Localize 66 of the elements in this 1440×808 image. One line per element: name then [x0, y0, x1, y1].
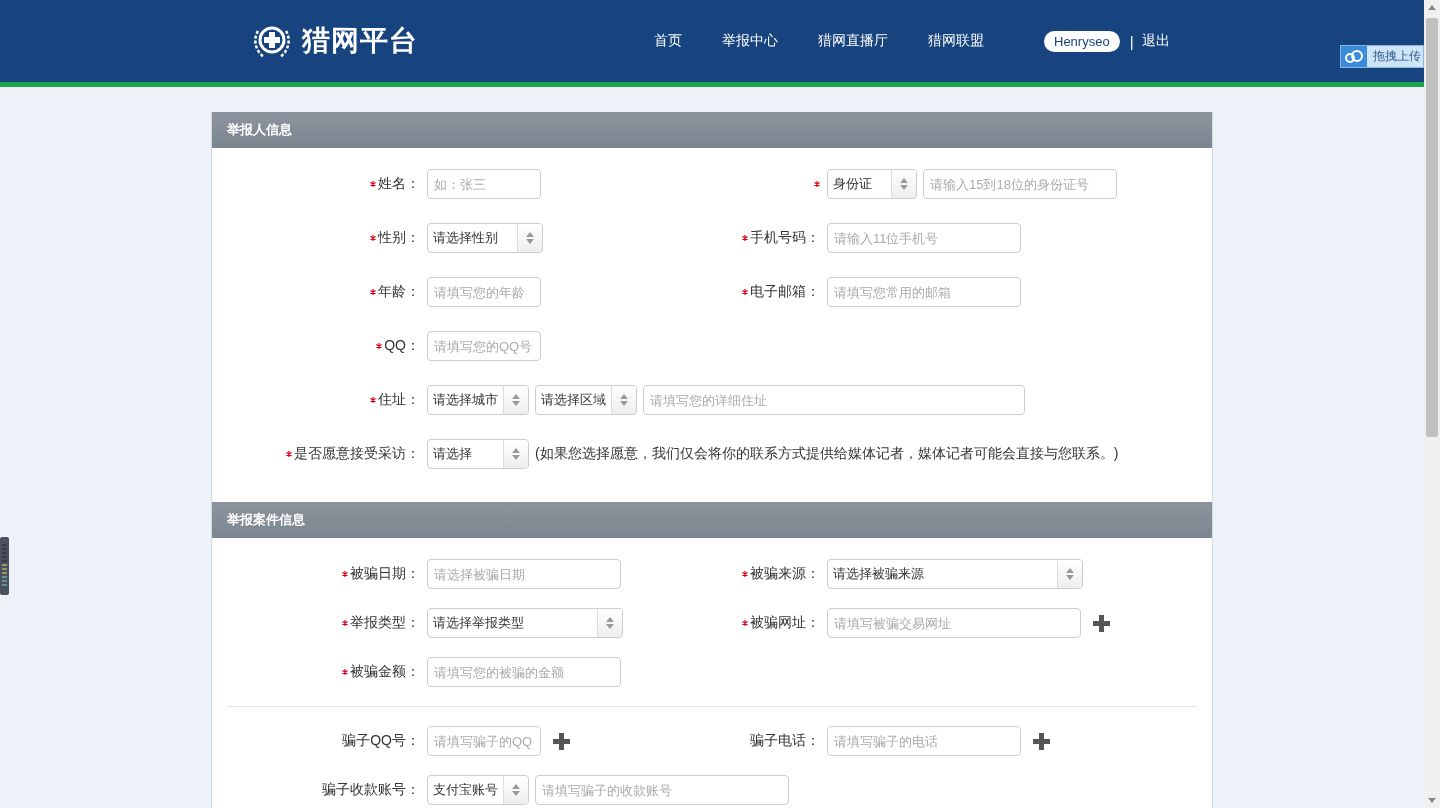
select-field[interactable]: 请选择区域 [535, 385, 637, 415]
field-label: 骗子收款账号： [322, 781, 420, 799]
field-label: 电子邮箱： [750, 283, 820, 301]
side-handle[interactable] [0, 537, 9, 595]
add-button[interactable] [1033, 732, 1050, 750]
field-label: 骗子电话： [750, 732, 820, 750]
select-field[interactable]: 请选择举报类型 [427, 608, 623, 638]
input-field[interactable]: 请填写骗子的收款账号 [535, 775, 789, 805]
field-label: 姓名： [378, 175, 420, 193]
select-field[interactable]: 请选择性别 [427, 223, 543, 253]
field-label: 举报类型： [350, 614, 420, 632]
input-field[interactable]: 请填写被骗交易网址 [827, 608, 1081, 638]
field-label: 住址： [378, 391, 420, 409]
input-field[interactable]: 请填写您的QQ号 [427, 331, 541, 361]
input-field[interactable]: 请填写骗子的QQ [427, 726, 541, 756]
input-field[interactable]: 请填写您常用的邮箱 [827, 277, 1021, 307]
user-name-link[interactable]: Henryseo [1044, 30, 1120, 52]
logo-text: 猎网平台 [302, 24, 418, 58]
input-field[interactable]: 请填写您的被骗的金额 [427, 657, 621, 687]
select-field[interactable]: 请选择 [427, 439, 529, 469]
add-button[interactable] [553, 732, 570, 750]
select-field[interactable]: 请选择城市 [427, 385, 529, 415]
separator: | [1129, 32, 1134, 50]
nav-link[interactable]: 举报中心 [722, 32, 778, 50]
plus-icon [1033, 732, 1050, 750]
scrollbar[interactable] [1424, 0, 1440, 808]
input-field[interactable]: 请选择被骗日期 [427, 559, 621, 589]
field-label: 年龄： [378, 283, 420, 301]
sort-icon [512, 448, 520, 460]
sort-icon [620, 394, 628, 406]
upload-widget[interactable]: 拖拽上传 [1340, 45, 1424, 68]
plus-icon [1093, 614, 1110, 632]
logout-link[interactable]: 退出 [1141, 32, 1170, 50]
field-label: 被骗金额： [350, 663, 420, 681]
field-label: 是否愿意接受采访： [294, 445, 420, 463]
sort-icon [900, 178, 908, 190]
sort-icon [512, 784, 520, 796]
select-field[interactable]: 请选择被骗来源 [827, 559, 1083, 589]
field-label: 被骗日期： [350, 565, 420, 583]
add-button[interactable] [1093, 614, 1110, 632]
field-label: 被骗网址： [750, 614, 820, 632]
field-label: 骗子QQ号： [342, 732, 420, 750]
section-header: 举报人信息 [212, 112, 1212, 148]
nav-link[interactable]: 首页 [654, 32, 682, 50]
input-field[interactable]: 请填写您的年龄 [427, 277, 541, 307]
sort-icon [1066, 568, 1074, 580]
sort-icon [526, 232, 534, 244]
nav-link[interactable]: 猎网联盟 [928, 32, 984, 50]
select-field[interactable]: 身份证 [827, 169, 917, 199]
input-field[interactable]: 请填写您的详细住址 [643, 385, 1025, 415]
input-field[interactable]: 请输入11位手机号 [827, 223, 1021, 253]
input-field[interactable]: 如：张三 [427, 169, 541, 199]
input-field[interactable]: 请输入15到18位的身份证号 [923, 169, 1117, 199]
field-label: 性别： [378, 229, 420, 247]
field-label: 手机号码： [750, 229, 820, 247]
select-field[interactable]: 支付宝账号 [427, 775, 529, 805]
section-header: 举报案件信息 [212, 502, 1212, 538]
cloud-icon [1344, 49, 1364, 64]
input-field[interactable]: 请填写骗子的电话 [827, 726, 1021, 756]
field-label: 被骗来源： [750, 565, 820, 583]
plus-icon [553, 732, 570, 750]
nav-link[interactable]: 猎网直播厅 [818, 32, 888, 50]
sort-icon [606, 617, 614, 629]
field-label: QQ： [384, 337, 420, 355]
sort-icon [512, 394, 520, 406]
interview-note: (如果您选择愿意，我们仅会将你的联系方式提供给媒体记者，媒体记者可能会直接与您联系。) [535, 445, 1119, 463]
